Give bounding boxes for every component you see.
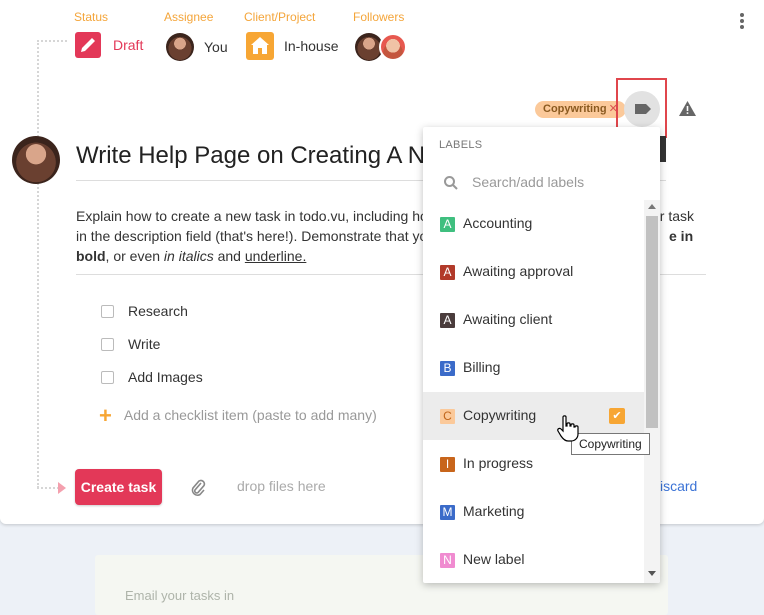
label-chip-copywriting[interactable]: Copywriting ✕	[535, 101, 626, 118]
status-value[interactable]: Draft	[113, 37, 143, 53]
warning-icon[interactable]	[679, 101, 696, 121]
label-option[interactable]: M Marketing	[423, 488, 644, 536]
checklist-item-label: Research	[128, 303, 188, 319]
follower-avatar-2[interactable]	[379, 33, 407, 61]
followers-label: Followers	[353, 10, 405, 24]
client-project-value[interactable]: In-house	[284, 38, 338, 54]
assignee-value[interactable]: You	[204, 39, 228, 55]
label-option[interactable]: A Accounting	[423, 200, 644, 248]
creator-avatar	[12, 136, 60, 184]
desc-text-b: and	[213, 248, 245, 264]
draft-pencil-icon[interactable]	[75, 32, 101, 63]
timeline-arrow	[58, 482, 66, 494]
assignee-avatar[interactable]	[166, 33, 194, 61]
label-option-name: Awaiting approval	[463, 263, 574, 279]
label-chip-text: Copywriting	[543, 103, 607, 115]
label-option-name: Billing	[463, 359, 501, 375]
desc-line-2: in the description field (that's here!).…	[76, 228, 428, 244]
labels-scrollbar[interactable]	[644, 200, 660, 583]
scroll-up-arrow-icon[interactable]	[648, 204, 656, 209]
search-placeholder: Search/add labels	[472, 174, 585, 190]
label-letter-badge: M	[440, 505, 455, 520]
checklist-item[interactable]: Write	[101, 336, 160, 352]
label-option[interactable]: A Awaiting approval	[423, 248, 644, 296]
assignee-label: Assignee	[164, 10, 214, 24]
label-letter-badge: A	[440, 313, 455, 328]
desc-underline: underline.	[244, 248, 307, 264]
label-option[interactable]: B Billing	[423, 344, 644, 392]
label-option-name: New label	[463, 551, 525, 567]
desc-italic: in italics	[163, 248, 214, 264]
label-tooltip: Copywriting	[571, 433, 650, 455]
labels-button[interactable]	[624, 91, 660, 127]
label-letter-badge: B	[440, 361, 455, 376]
checkbox[interactable]	[101, 338, 114, 351]
more-options-icon[interactable]	[740, 13, 746, 31]
label-search-input[interactable]: Search/add labels	[443, 173, 643, 193]
text-cursor	[660, 136, 666, 162]
email-tasks-text: Email your tasks in	[125, 588, 235, 603]
status-label: Status	[74, 10, 109, 24]
labels-dropdown: LABELS Search/add labels A Accounting A Awa…	[423, 127, 660, 583]
scroll-thumb[interactable]	[646, 216, 658, 428]
labels-header: LABELS	[439, 139, 483, 151]
label-option-name: Awaiting client	[463, 311, 553, 327]
desc-bold: bold	[76, 248, 106, 264]
drop-files-zone[interactable]: drop files here	[237, 478, 326, 494]
checklist-item-label: Write	[128, 336, 161, 352]
plus-icon: +	[99, 403, 112, 428]
checkbox[interactable]	[101, 305, 114, 318]
label-letter-badge: N	[440, 553, 455, 568]
client-project-label: Client/Project	[244, 10, 316, 24]
checklist-item-label: Add Images	[128, 369, 203, 385]
checklist-item[interactable]: Add Images	[101, 369, 203, 385]
desc-line-1: Explain how to create a new task in todo…	[76, 208, 428, 224]
label-tag-icon	[635, 104, 651, 114]
checkbox[interactable]	[101, 371, 114, 384]
labels-list: A Accounting A Awaiting approval A Awaiting c…	[423, 200, 644, 583]
desc-text-a: , or even	[105, 248, 164, 264]
add-checklist-placeholder: Add a checklist item (paste to add many)	[123, 407, 377, 423]
search-icon	[444, 176, 458, 190]
add-checklist-item[interactable]: + Add a checklist item (paste to add many…	[99, 403, 377, 429]
label-option[interactable]: A Awaiting client	[423, 296, 644, 344]
label-letter-badge: I	[440, 457, 455, 472]
timeline-connector-top	[37, 40, 67, 42]
label-letter-badge: A	[440, 217, 455, 232]
home-icon[interactable]	[246, 32, 274, 65]
scroll-down-arrow-icon[interactable]	[648, 571, 656, 576]
hand-cursor-icon	[557, 415, 579, 448]
label-letter-badge: A	[440, 265, 455, 280]
desc-line-2-end: e in	[669, 228, 694, 244]
checked-icon[interactable]: ✔	[609, 408, 625, 424]
label-option-name: Accounting	[463, 215, 533, 231]
discard-link[interactable]: iscard	[660, 478, 697, 494]
label-option-name: Copywriting	[463, 407, 537, 423]
label-option-name: Marketing	[463, 503, 525, 519]
paperclip-icon[interactable]	[190, 478, 206, 503]
label-option[interactable]: N New label	[423, 536, 644, 583]
checklist-item[interactable]: Research	[101, 303, 188, 319]
create-task-button[interactable]: Create task	[75, 469, 162, 505]
label-letter-badge: C	[440, 409, 455, 424]
label-option-name: In progress	[463, 455, 534, 471]
timeline-line	[37, 40, 39, 488]
